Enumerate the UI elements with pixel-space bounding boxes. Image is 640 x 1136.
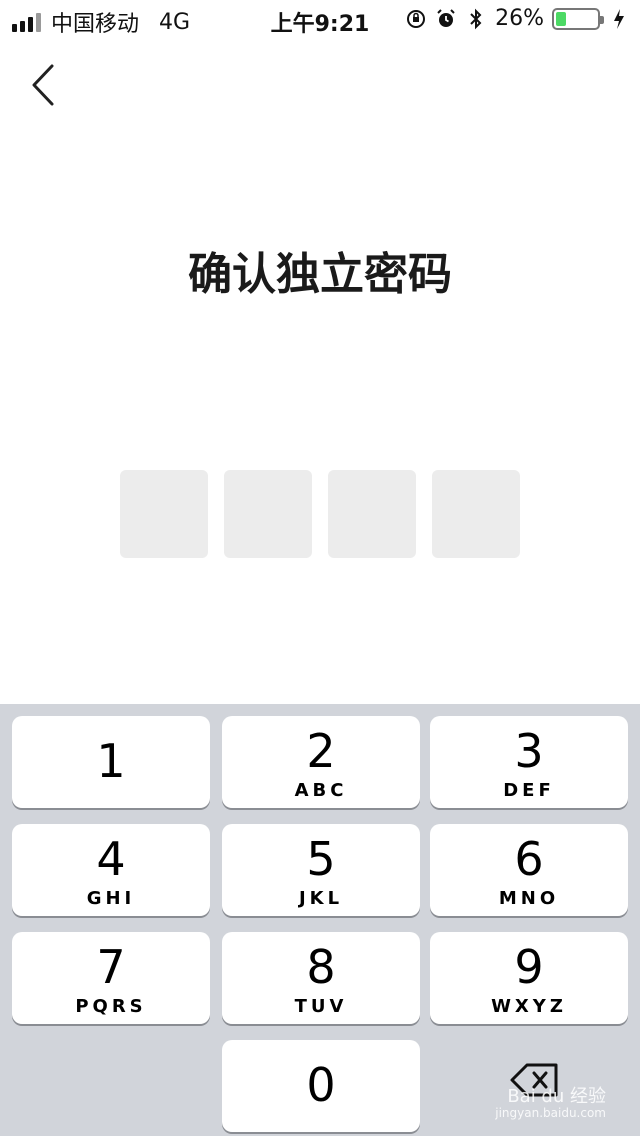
bluetooth-icon xyxy=(465,8,487,30)
key-2[interactable]: 2 ABC xyxy=(222,716,420,808)
key-digit: 7 xyxy=(96,940,126,994)
key-digit: 9 xyxy=(514,940,544,994)
battery-percent: 26% xyxy=(495,6,544,31)
battery-fill xyxy=(556,11,566,26)
orientation-lock-icon xyxy=(405,8,427,30)
battery-icon xyxy=(552,7,604,30)
key-4[interactable]: 4 GHI xyxy=(12,824,210,916)
key-letters: DEF xyxy=(503,780,555,801)
pin-digit-box[interactable] xyxy=(328,470,416,558)
key-letters: TUV xyxy=(294,996,348,1017)
key-9[interactable]: 9 WXYZ xyxy=(430,932,628,1024)
key-0[interactable]: 0 xyxy=(222,1040,420,1132)
key-digit: 5 xyxy=(306,832,336,886)
watermark: Bai du 经验 jingyan.baidu.com xyxy=(495,1087,606,1120)
page-title: 确认独立密码 xyxy=(188,249,452,300)
key-digit: 4 xyxy=(96,832,126,886)
pin-input[interactable] xyxy=(120,470,520,558)
key-letters: JKL xyxy=(298,888,344,909)
back-button[interactable] xyxy=(22,60,66,110)
key-digit: 0 xyxy=(306,1058,336,1112)
key-letters: GHI xyxy=(86,888,136,909)
key-3[interactable]: 3 DEF xyxy=(430,716,628,808)
pin-digit-box[interactable] xyxy=(120,470,208,558)
status-bar: 中国移动 4G 上午9:21 26% xyxy=(0,0,640,40)
alarm-icon xyxy=(435,8,457,30)
key-5[interactable]: 5 JKL xyxy=(222,824,420,916)
key-8[interactable]: 8 TUV xyxy=(222,932,420,1024)
key-digit: 6 xyxy=(514,832,544,886)
key-letters: WXYZ xyxy=(491,996,567,1017)
pin-digit-box[interactable] xyxy=(432,470,520,558)
key-digit: 8 xyxy=(306,940,336,994)
numeric-keypad: 1 2 ABC 3 DEF 4 GHI 5 JKL 6 MNO 7 PQRS 8… xyxy=(0,704,640,1136)
charging-icon xyxy=(608,8,630,30)
key-1[interactable]: 1 xyxy=(12,716,210,808)
watermark-url: jingyan.baidu.com xyxy=(495,1105,606,1120)
key-digit: 1 xyxy=(96,734,126,788)
key-letters: MNO xyxy=(498,888,560,909)
battery-cap xyxy=(600,15,604,24)
watermark-brand: Bai du 经验 xyxy=(507,1086,606,1108)
key-digit: 3 xyxy=(514,724,544,778)
chevron-left-icon xyxy=(32,64,54,106)
key-6[interactable]: 6 MNO xyxy=(430,824,628,916)
pin-digit-box[interactable] xyxy=(224,470,312,558)
status-right: 26% xyxy=(405,6,630,31)
key-digit: 2 xyxy=(306,724,336,778)
key-letters: PQRS xyxy=(75,996,147,1017)
key-letters: ABC xyxy=(294,780,348,801)
key-7[interactable]: 7 PQRS xyxy=(12,932,210,1024)
